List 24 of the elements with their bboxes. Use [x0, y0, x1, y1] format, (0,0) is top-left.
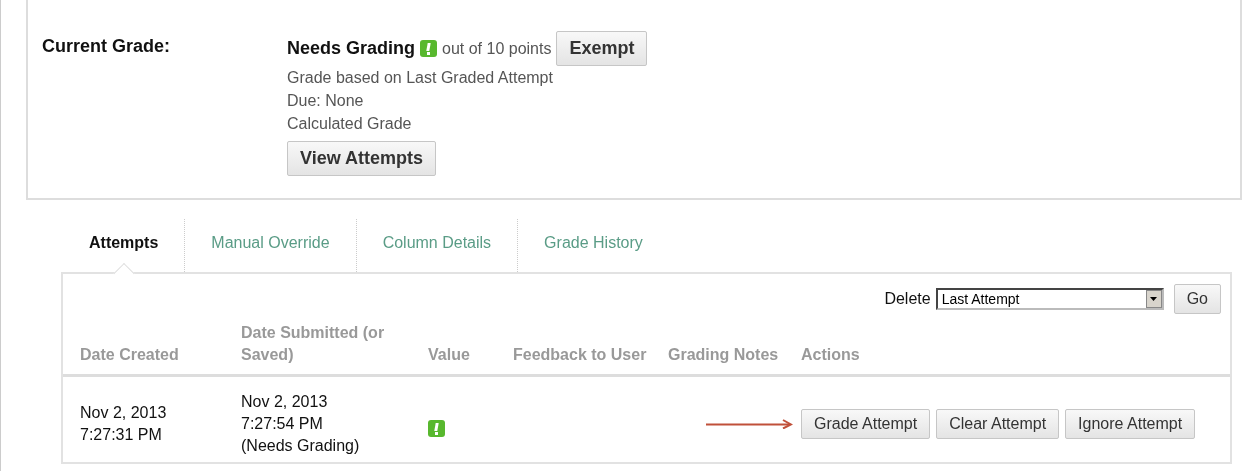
column-header: Date Submitted (or Saved): [241, 323, 386, 365]
exempt-button[interactable]: Exempt: [556, 31, 648, 66]
grade-detail: Due: None: [287, 91, 365, 111]
grade-label: Current Grade:: [42, 35, 172, 58]
column-header: Value: [428, 345, 471, 365]
column-header: Date Created: [80, 345, 180, 365]
column-header: Grading Notes: [668, 345, 780, 365]
go-button[interactable]: Go: [1173, 284, 1221, 314]
column-header: Feedback to User: [513, 345, 648, 365]
view-attempts-button[interactable]: View Attempts: [287, 141, 437, 176]
delete-dropdown[interactable]: Last Attempt: [935, 288, 1164, 310]
action-button[interactable]: Ignore Attempt: [1065, 409, 1196, 439]
action-button[interactable]: Grade Attempt: [801, 409, 931, 439]
column-header: Actions: [801, 345, 861, 365]
grade-status: Needs Grading: [287, 38, 416, 59]
grade-detail: Grade based on Last Graded Attempt: [287, 68, 554, 88]
delete-label: Delete: [884, 290, 931, 308]
table-cell-text: Nov 2, 2013 7:27:54 PM (Needs Grading): [241, 392, 361, 456]
points-text: out of 10 points: [442, 39, 552, 58]
action-button[interactable]: Clear Attempt: [936, 409, 1060, 439]
table-cell-text: Nov 2, 2013 7:27:31 PM: [80, 403, 168, 445]
arrow-icon: [705, 419, 793, 429]
grade-detail: Calculated Grade: [287, 114, 413, 134]
tab[interactable]: Attempts: [63, 219, 186, 272]
